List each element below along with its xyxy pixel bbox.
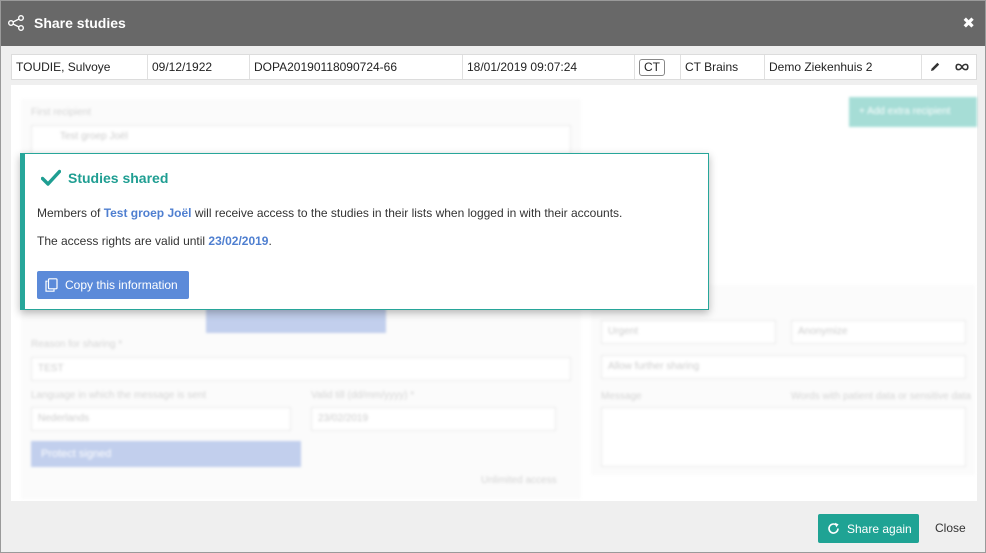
notification-line-members: Members of Test groep Joël will receive … xyxy=(37,206,622,220)
notification-heading-row: Studies shared xyxy=(41,168,168,188)
study-datetime: 18/01/2019 09:07:24 xyxy=(463,55,635,79)
institution: Demo Ziekenhuis 2 xyxy=(765,55,922,79)
birth-date: 09/12/1922 xyxy=(148,55,250,79)
urgent-field: Urgent xyxy=(601,320,776,344)
close-icon[interactable]: ✖ xyxy=(962,14,975,32)
copy-icon xyxy=(45,278,58,292)
recipient-field: Test groep Joël xyxy=(31,125,571,155)
protect-button: Protect signed xyxy=(31,441,301,467)
first-recipient-label: First recipient xyxy=(31,107,92,118)
refresh-icon xyxy=(828,522,839,534)
unlimited-label: Unlimited access xyxy=(481,475,557,486)
notification-heading: Studies shared xyxy=(68,170,169,186)
blurred-form-right: Urgent Anonymize Allow further sharing M… xyxy=(591,285,975,475)
dialog-title: Share studies xyxy=(34,15,126,31)
share-studies-dialog: Share studies ✖ TOUDIE, Sulvoye 09/12/19… xyxy=(0,0,986,553)
language-label: Language in which the message is sent xyxy=(31,390,207,401)
modality-badge: CT xyxy=(639,59,665,76)
modality-cell: CT xyxy=(635,55,681,79)
share-again-button[interactable]: Share again xyxy=(818,514,919,543)
copy-button-label: Copy this information xyxy=(65,278,178,292)
message-hint: Words with patient data or sensitive dat… xyxy=(791,391,971,402)
checkmark-icon xyxy=(41,169,61,186)
blurred-blue-button xyxy=(206,307,386,333)
reason-label: Reason for sharing * xyxy=(31,339,123,350)
close-button[interactable]: Close xyxy=(935,521,966,535)
message-field xyxy=(601,407,966,467)
row-actions xyxy=(922,55,976,79)
accession-number: DOPA20190118090724-66 xyxy=(250,55,463,79)
infinity-icon[interactable] xyxy=(955,62,969,72)
group-name-link: Test groep Joël xyxy=(103,206,192,220)
validity-prefix: The access rights are valid until xyxy=(37,234,209,248)
copy-information-button[interactable]: Copy this information xyxy=(37,271,189,299)
share-again-label: Share again xyxy=(847,521,912,536)
share-icon xyxy=(8,15,24,31)
members-prefix: Members of xyxy=(37,206,104,220)
pencil-icon[interactable] xyxy=(929,61,941,73)
studies-shared-notification: Studies shared Members of Test groep Joë… xyxy=(20,153,709,310)
allow-sharing-field: Allow further sharing xyxy=(601,355,966,379)
language-field: Nederlands xyxy=(31,407,291,431)
notification-line-validity: The access rights are valid until 23/02/… xyxy=(37,234,272,248)
valid-label: Valid till (dd/mm/yyyy) * xyxy=(311,390,415,401)
add-recipient-button: + Add extra recipient xyxy=(849,97,977,127)
valid-until-date: 23/02/2019 xyxy=(208,234,269,248)
members-suffix: will receive access to the studies in th… xyxy=(191,206,623,220)
validity-suffix: . xyxy=(268,234,272,248)
recipient-name: Test groep Joël xyxy=(60,131,128,142)
message-label: Message xyxy=(601,391,642,402)
reason-field: TEST xyxy=(31,357,571,381)
dialog-titlebar: Share studies ✖ xyxy=(1,1,985,46)
study-description: CT Brains xyxy=(681,55,765,79)
patient-name: TOUDIE, Sulvoye xyxy=(12,55,148,79)
valid-field: 23/02/2019 xyxy=(311,407,556,431)
anonymize-field: Anonymize xyxy=(791,320,966,344)
study-row[interactable]: TOUDIE, Sulvoye 09/12/1922 DOPA201901180… xyxy=(11,54,977,80)
